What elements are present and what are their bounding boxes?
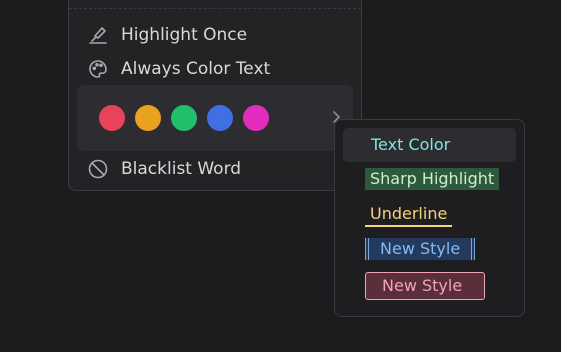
submenu-item-text-color[interactable]: Text Color xyxy=(371,134,450,156)
ban-icon xyxy=(87,158,109,180)
swatch-orange[interactable] xyxy=(135,105,161,131)
swatch-blue[interactable] xyxy=(207,105,233,131)
highlighter-icon xyxy=(87,24,109,46)
submenu-item-new-style-boxed[interactable]: New Style xyxy=(365,272,485,300)
menu-item-label: Blacklist Word xyxy=(121,159,242,179)
menu-item-label: Highlight Once xyxy=(121,25,248,45)
menu-divider xyxy=(69,8,361,9)
submenu-item-new-style-bracketed[interactable]: New Style xyxy=(365,238,476,260)
menu-item-always-color-text[interactable]: Always Color Text xyxy=(87,56,270,82)
submenu-item-underline[interactable]: Underline xyxy=(365,203,453,227)
palette-icon xyxy=(87,58,109,80)
color-swatch-row[interactable] xyxy=(77,85,353,151)
swatch-pink[interactable] xyxy=(243,105,269,131)
menu-item-label: Always Color Text xyxy=(121,59,271,79)
stage: Highlight Once Always Color Text Blackli… xyxy=(0,0,561,352)
swatch-green[interactable] xyxy=(171,105,197,131)
swatch-red[interactable] xyxy=(99,105,125,131)
menu-item-highlight-once[interactable]: Highlight Once xyxy=(87,22,247,48)
menu-item-blacklist-word[interactable]: Blacklist Word xyxy=(87,156,241,182)
submenu-item-sharp-highlight[interactable]: Sharp Highlight xyxy=(365,168,500,190)
style-submenu: Text Color Sharp Highlight Underline New… xyxy=(334,119,525,317)
context-menu: Highlight Once Always Color Text Blackli… xyxy=(68,0,362,191)
